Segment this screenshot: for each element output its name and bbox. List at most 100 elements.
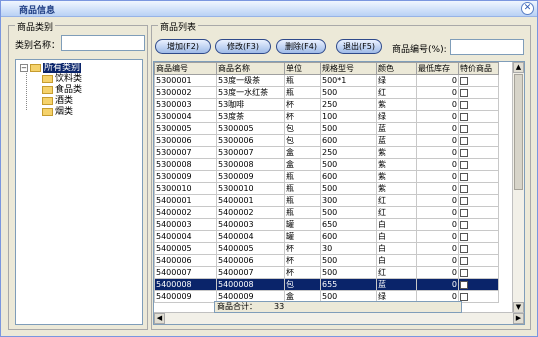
table-cell: 5400007 <box>216 266 285 279</box>
tree-node-tobacco[interactable]: 烟类 <box>42 107 73 118</box>
special-price-cell <box>458 74 499 87</box>
product-code-input[interactable] <box>450 39 524 55</box>
edit-button[interactable]: 修改(F3) <box>215 39 271 54</box>
table-cell: 5400008 <box>216 278 285 291</box>
exit-button[interactable]: 退出(F5) <box>336 39 382 54</box>
column-header[interactable]: 特价商品 <box>458 62 499 75</box>
special-price-checkbox[interactable] <box>460 172 468 181</box>
table-cell: 5400008 <box>154 278 217 291</box>
table-row[interactable]: 5300010 5300010 瓶 500 紫 0 <box>154 182 499 195</box>
table-cell: 瓶 <box>284 206 321 219</box>
table-row[interactable]: 5400002 5400002 瓶 500 红 0 <box>154 206 499 219</box>
table-cell: 瓶 <box>284 170 321 183</box>
table-row[interactable]: 5300005 5300005 包 500 蓝 0 <box>154 122 499 135</box>
table-cell: 5300007 <box>154 146 217 159</box>
column-header[interactable]: 规格型号 <box>320 62 377 75</box>
table-cell: 包 <box>284 122 321 135</box>
special-price-cell <box>458 110 499 123</box>
table-cell: 500 <box>320 182 377 195</box>
special-price-checkbox[interactable] <box>460 136 468 145</box>
table-cell: 5300010 <box>216 182 285 195</box>
special-price-checkbox[interactable] <box>460 280 468 289</box>
add-button[interactable]: 增加(F2) <box>155 39 211 54</box>
special-price-checkbox[interactable] <box>460 256 468 265</box>
table-row[interactable]: 5400008 5400008 包 655 蓝 0 <box>154 278 499 291</box>
table-row[interactable]: 5400004 5400004 罐 600 白 0 <box>154 230 499 243</box>
total-bar: 商品合计： 33 <box>214 301 462 313</box>
special-price-checkbox[interactable] <box>460 76 468 85</box>
scroll-right-icon[interactable]: ▶ <box>513 313 524 324</box>
scroll-thumb[interactable] <box>514 74 523 190</box>
special-price-cell <box>458 278 499 291</box>
table-row[interactable]: 5300003 53咖啡杯 250 紫 0 <box>154 98 499 111</box>
table-row[interactable]: 5300001 53度一级茶瓶 500*1 绿 0 <box>154 74 499 87</box>
tree-node-food[interactable]: 食品类 <box>42 85 82 96</box>
special-price-checkbox[interactable] <box>460 292 468 301</box>
table-cell: 包 <box>284 278 321 291</box>
close-icon[interactable]: ✕ <box>521 2 534 15</box>
table-cell: 600 <box>320 170 377 183</box>
table-row[interactable]: 5300008 5300008 盒 500 紫 0 <box>154 158 499 171</box>
table-row[interactable]: 5300007 5300007 盒 250 紫 0 <box>154 146 499 159</box>
table-row[interactable]: 5400003 5400003 罐 650 白 0 <box>154 218 499 231</box>
special-price-checkbox[interactable] <box>460 208 468 217</box>
special-price-checkbox[interactable] <box>460 184 468 193</box>
folder-icon <box>42 85 53 94</box>
table-body: 5300001 53度一级茶瓶 500*1 绿 0 5300002 53度一水红茶瓶 500 红… <box>154 74 499 303</box>
vertical-scrollbar[interactable]: ▲ ▼ <box>512 62 524 313</box>
special-price-checkbox[interactable] <box>460 124 468 133</box>
special-price-checkbox[interactable] <box>460 232 468 241</box>
table-row[interactable]: 5300009 5300009 瓶 600 紫 0 <box>154 170 499 183</box>
table-cell: 紫 <box>376 170 417 183</box>
table-row[interactable]: 5300004 53度茶杯 100 绿 0 <box>154 110 499 123</box>
table-row[interactable]: 5400005 5400005 杯 30 白 0 <box>154 242 499 255</box>
table-row[interactable]: 5400007 5400007 杯 500 红 0 <box>154 266 499 279</box>
special-price-checkbox[interactable] <box>460 220 468 229</box>
table-cell: 5400006 <box>216 254 285 267</box>
table-cell: 5400005 <box>154 242 217 255</box>
column-header[interactable]: 单位 <box>284 62 321 75</box>
table-cell: 杯 <box>284 242 321 255</box>
tree-node-beverages[interactable]: 饮料类 <box>42 74 82 85</box>
special-price-checkbox[interactable] <box>460 160 468 169</box>
table-cell: 0 <box>416 206 459 219</box>
category-tree[interactable]: − 所有类别 饮料类 食品类 酒类 烟类 <box>15 59 143 325</box>
special-price-checkbox[interactable] <box>460 244 468 253</box>
column-header[interactable]: 商品编号 <box>154 62 217 75</box>
table-cell: 5300009 <box>216 170 285 183</box>
tree-node-all-categories[interactable]: − 所有类别 <box>20 63 82 74</box>
table-cell: 5400003 <box>154 218 217 231</box>
delete-button[interactable]: 删除(F4) <box>276 39 326 54</box>
folder-icon <box>42 74 53 83</box>
special-price-checkbox[interactable] <box>460 196 468 205</box>
table-cell: 500 <box>320 266 377 279</box>
scroll-left-icon[interactable]: ◀ <box>154 313 165 324</box>
tree-node-liquor[interactable]: 酒类 <box>42 96 73 107</box>
collapse-icon[interactable]: − <box>20 63 28 72</box>
table-row[interactable]: 5300002 53度一水红茶瓶 500 红 0 <box>154 86 499 99</box>
category-name-input[interactable] <box>61 35 145 51</box>
column-header[interactable]: 颜色 <box>376 62 417 75</box>
column-header[interactable]: 最低库存 <box>416 62 459 75</box>
product-list-group: 商品列表 增加(F2) 修改(F3) 删除(F4) 退出(F5) 商品编号(%)… <box>151 20 531 330</box>
table-row[interactable]: 5300006 5300006 包 600 蓝 0 <box>154 134 499 147</box>
special-price-checkbox[interactable] <box>460 88 468 97</box>
scroll-up-icon[interactable]: ▲ <box>513 62 524 73</box>
table-cell: 0 <box>416 74 459 87</box>
table-cell: 0 <box>416 86 459 99</box>
special-price-checkbox[interactable] <box>460 148 468 157</box>
column-header[interactable]: 商品名称 <box>216 62 285 75</box>
special-price-checkbox[interactable] <box>460 100 468 109</box>
horizontal-scrollbar[interactable]: ◀ ▶ <box>154 312 524 324</box>
table-row[interactable]: 5400001 5400001 瓶 300 红 0 <box>154 194 499 207</box>
product-grid[interactable]: 商品编号 商品名称 单位 规格型号 颜色 最低库存 特价商品 5300001 53… <box>153 61 525 325</box>
table-row[interactable]: 5400006 5400006 杯 500 白 0 <box>154 254 499 267</box>
table-cell: 0 <box>416 278 459 291</box>
table-cell: 5300007 <box>216 146 285 159</box>
product-info-window: 商品信息 ✕ 商品类别 类别名称： − 所有类别 饮料类 食品类 酒类 烟类 商… <box>0 0 538 337</box>
special-price-checkbox[interactable] <box>460 112 468 121</box>
special-price-checkbox[interactable] <box>460 268 468 277</box>
table-cell: 30 <box>320 242 377 255</box>
table-cell: 0 <box>416 266 459 279</box>
folder-icon <box>30 63 41 72</box>
